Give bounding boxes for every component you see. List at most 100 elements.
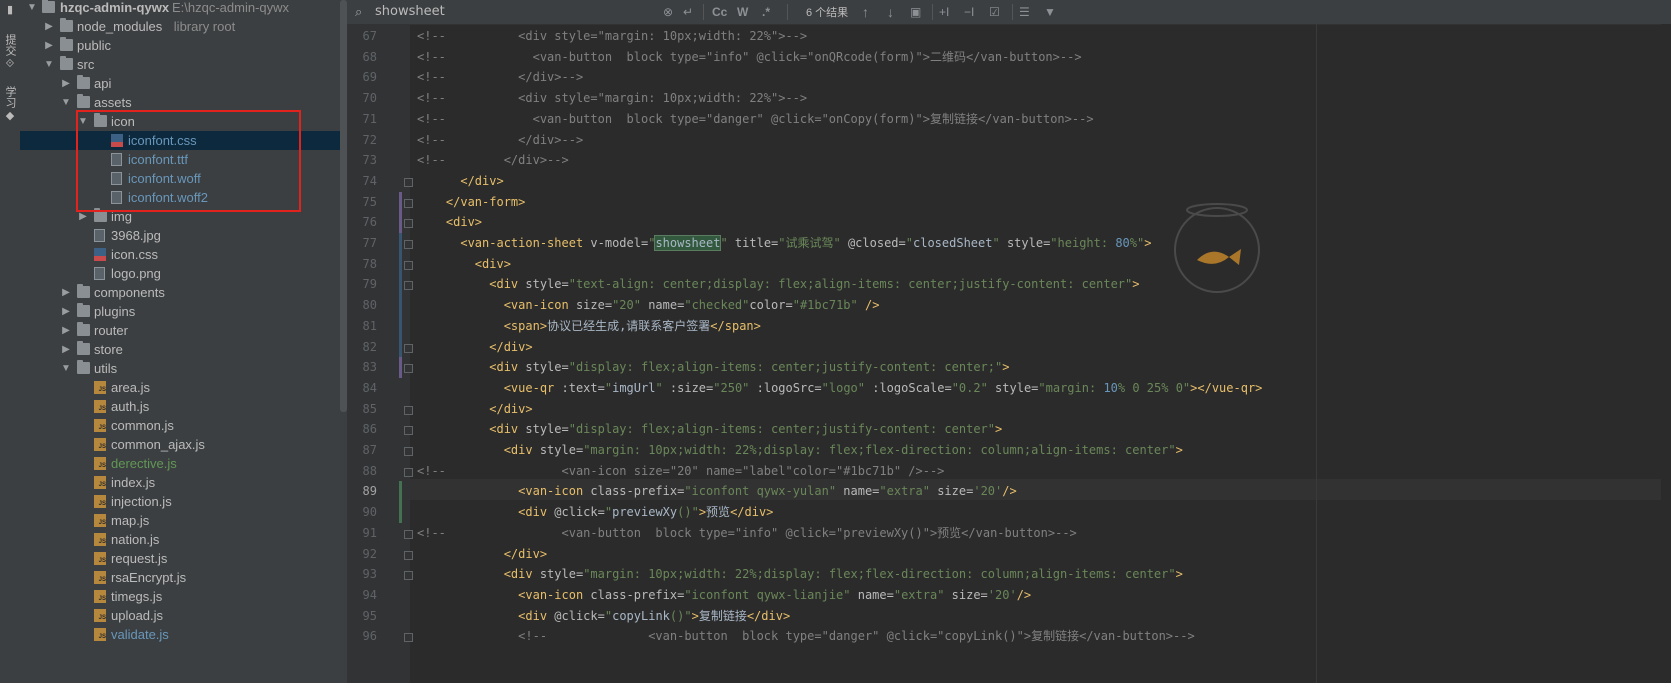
- fold-marker-icon[interactable]: [404, 240, 413, 249]
- chevron-right-icon[interactable]: ▶: [60, 74, 72, 93]
- tree-item[interactable]: ▶ components: [20, 283, 347, 302]
- code-line[interactable]: <div style="margin: 10px;width: 22%;disp…: [417, 440, 1183, 461]
- tree-item[interactable]: JS rsaEncrypt.js: [20, 568, 347, 587]
- tree-item[interactable]: JS injection.js: [20, 492, 347, 511]
- chevron-down-icon[interactable]: ▼: [26, 0, 38, 17]
- vcs-change-marker[interactable]: [399, 212, 402, 233]
- code-line[interactable]: <van-icon size="20" name="checked"color=…: [417, 295, 880, 316]
- replace-toggle-icon[interactable]: ↵: [683, 3, 693, 21]
- tree-item[interactable]: 3968.jpg: [20, 226, 347, 245]
- tree-item[interactable]: ▼ utils: [20, 359, 347, 378]
- fold-marker-icon[interactable]: [404, 364, 413, 374]
- tree-item[interactable]: JS derective.js: [20, 454, 347, 473]
- learn-icon[interactable]: ◆: [2, 110, 18, 122]
- fold-marker-icon[interactable]: [404, 260, 413, 270]
- search-input[interactable]: showsheet: [375, 4, 445, 19]
- code-line[interactable]: </van-form>: [417, 192, 525, 213]
- tree-item[interactable]: JS map.js: [20, 511, 347, 530]
- project-tool-icon[interactable]: ▮: [2, 4, 18, 16]
- code-line[interactable]: <div @click="previewXy()">预览</div>: [417, 502, 773, 523]
- project-scrollbar[interactable]: [340, 0, 347, 412]
- fold-marker-icon[interactable]: [404, 467, 413, 477]
- code-line[interactable]: <van-icon class-prefix="iconfont qywx-yu…: [417, 481, 1017, 502]
- code-line[interactable]: </div>: [417, 337, 532, 358]
- code-line[interactable]: <div style="display: flex;align-items: c…: [417, 357, 1009, 378]
- project-root[interactable]: ▼ hzqc-admin-qywx E:\hzqc-admin-qywx: [20, 0, 347, 17]
- funnel-icon[interactable]: ▼: [1044, 3, 1056, 21]
- tree-item[interactable]: JS area.js: [20, 378, 347, 397]
- chevron-right-icon[interactable]: ▶: [60, 302, 72, 321]
- tree-item[interactable]: JS common_ajax.js: [20, 435, 347, 454]
- code-line[interactable]: <van-icon class-prefix="iconfont qywx-li…: [417, 585, 1031, 606]
- editor-scrollbar[interactable]: [1661, 24, 1671, 683]
- chevron-right-icon[interactable]: ▶: [43, 36, 55, 55]
- code-line[interactable]: <!-- </div>-->: [417, 67, 583, 88]
- fold-marker-icon[interactable]: [404, 447, 413, 456]
- filter-search-icon[interactable]: ☰: [1019, 3, 1030, 21]
- fold-marker-icon[interactable]: [404, 219, 413, 229]
- tree-item[interactable]: JS common.js: [20, 416, 347, 435]
- code-line[interactable]: <!-- <div style="margin: 10px;width: 22%…: [417, 88, 807, 109]
- chevron-right-icon[interactable]: ▶: [60, 283, 72, 302]
- tree-item[interactable]: JS auth.js: [20, 397, 347, 416]
- tree-item[interactable]: JS upload.js: [20, 606, 347, 625]
- vcs-change-marker[interactable]: [399, 191, 402, 213]
- add-occurrence-icon[interactable]: +I: [939, 3, 949, 21]
- tree-item[interactable]: ▶ plugins: [20, 302, 347, 321]
- code-line[interactable]: <!-- <van-button block type="info" @clic…: [417, 523, 1077, 544]
- fold-marker-icon[interactable]: [404, 633, 413, 643]
- commit-icon[interactable]: ⟐: [2, 58, 18, 70]
- previous-occurrence-icon[interactable]: ↑: [862, 3, 869, 21]
- tree-item[interactable]: ▶ public: [20, 36, 347, 55]
- code-line[interactable]: <div @click="copyLink()">复制链接</div>: [417, 606, 790, 627]
- open-in-window-icon[interactable]: ▣: [910, 3, 921, 21]
- code-editor[interactable]: ⌕ showsheet ⊗ ↵ Cc W .* 6 个结果 ↑ ↓ ▣ +I −…: [347, 0, 1671, 683]
- learn-tool[interactable]: 学习: [2, 86, 18, 111]
- tree-item[interactable]: logo.png: [20, 264, 347, 283]
- chevron-down-icon[interactable]: ▼: [60, 93, 72, 112]
- regex-button[interactable]: .*: [762, 3, 770, 21]
- next-occurrence-icon[interactable]: ↓: [887, 3, 894, 21]
- code-line[interactable]: <div>: [417, 254, 511, 275]
- tree-item[interactable]: JS index.js: [20, 473, 347, 492]
- tree-item[interactable]: ▶ api: [20, 74, 347, 93]
- chevron-down-icon[interactable]: ▼: [43, 55, 55, 74]
- code-line[interactable]: </div>: [417, 171, 503, 192]
- tree-item[interactable]: JS nation.js: [20, 530, 347, 549]
- code-line[interactable]: <van-action-sheet v-model="showsheet" ti…: [417, 233, 1151, 254]
- fold-marker-icon[interactable]: [404, 426, 413, 436]
- fold-marker-icon[interactable]: [404, 177, 413, 187]
- tree-item[interactable]: JS validate.js: [20, 625, 347, 644]
- code-line[interactable]: <!-- </div>-->: [417, 150, 569, 171]
- remove-occurrence-icon[interactable]: −I: [964, 3, 974, 21]
- tree-item[interactable]: ▼ src: [20, 55, 347, 74]
- chevron-right-icon[interactable]: ▶: [43, 17, 55, 36]
- whole-words-button[interactable]: W: [737, 3, 748, 21]
- tree-item[interactable]: icon.css: [20, 245, 347, 264]
- code-line[interactable]: <!-- <van-button block type="danger" @cl…: [417, 626, 1195, 647]
- commit-tool[interactable]: 提交: [2, 34, 18, 59]
- fold-marker-icon[interactable]: [404, 550, 413, 560]
- tree-item[interactable]: JS request.js: [20, 549, 347, 568]
- vcs-change-marker[interactable]: [399, 357, 402, 378]
- code-line[interactable]: <!-- <div style="margin: 10px;width: 22%…: [417, 26, 807, 47]
- chevron-down-icon[interactable]: ▼: [60, 359, 72, 378]
- code-line[interactable]: <!-- <van-icon size="20" name="label"col…: [417, 461, 944, 482]
- fold-marker-icon[interactable]: [404, 343, 413, 353]
- tree-item[interactable]: JS timegs.js: [20, 587, 347, 606]
- fold-marker-icon[interactable]: [404, 529, 413, 539]
- code-line[interactable]: <div style="display: flex;align-items: c…: [417, 419, 1002, 440]
- tree-item[interactable]: ▶ router: [20, 321, 347, 340]
- match-case-button[interactable]: Cc: [712, 3, 727, 21]
- code-line[interactable]: <!-- <van-button block type="danger" @cl…: [417, 109, 1094, 130]
- chevron-right-icon[interactable]: ▶: [60, 340, 72, 359]
- code-line[interactable]: <!-- <van-button block type="info" @clic…: [417, 47, 1082, 68]
- code-line[interactable]: <vue-qr :text="imgUrl" :size="250" :logo…: [417, 378, 1263, 399]
- code-line[interactable]: <div style="text-align: center;display: …: [417, 274, 1139, 295]
- select-all-occurrences-icon[interactable]: ☑: [989, 3, 1000, 21]
- vcs-change-marker[interactable]: [399, 233, 402, 358]
- tree-item[interactable]: ▶ node_modules library root: [20, 17, 347, 36]
- code-line[interactable]: </div>: [417, 544, 547, 565]
- code-line[interactable]: </div>: [417, 399, 532, 420]
- code-line[interactable]: <div style="margin: 10px;width: 22%;disp…: [417, 564, 1183, 585]
